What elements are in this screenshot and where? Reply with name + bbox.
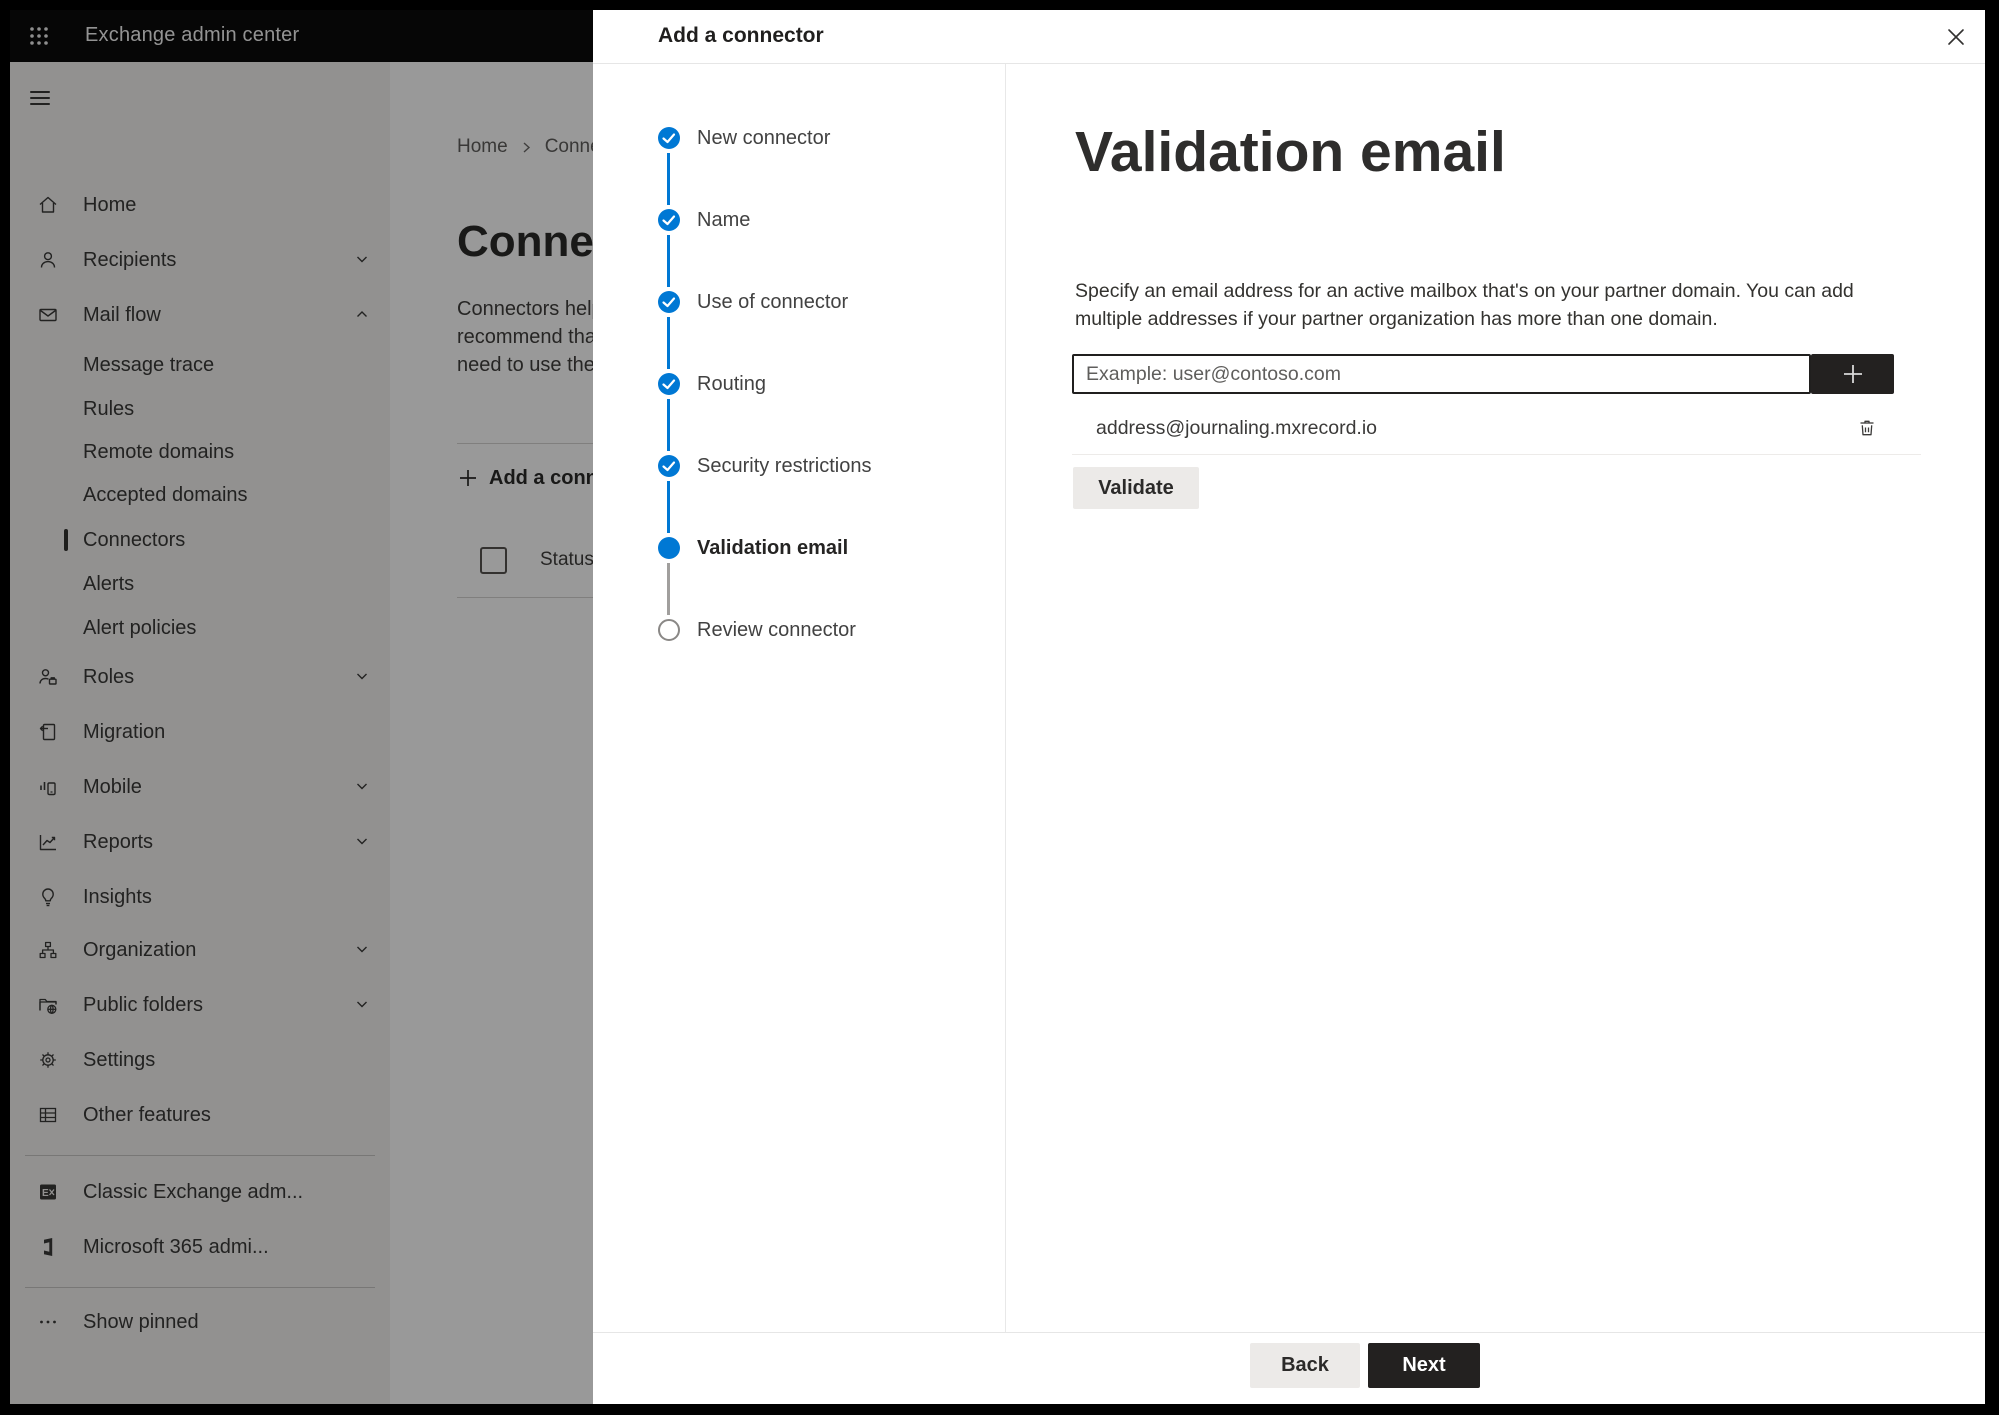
panel-footer: Back Next [593,1332,1985,1404]
step-validation-email[interactable]: Validation email [697,535,848,561]
step-check-icon [658,455,680,477]
step-check-icon [658,373,680,395]
email-address-input[interactable] [1072,354,1811,394]
step-connector-line [667,481,670,533]
step-todo-circle [658,619,680,641]
validate-button[interactable]: Validate [1073,467,1199,509]
wizard-steps: New connector Name Use of connector Rout… [593,64,1006,1332]
screenshot-frame: Exchange admin center Home Recipients Ma… [0,0,1999,1415]
panel-header: Add a connector [593,10,1985,64]
panel-title: Add a connector [658,24,824,47]
add-connector-panel: Add a connector New connector Name Use o… [593,10,1985,1404]
step-routing[interactable]: Routing [697,371,766,397]
step-check-icon [658,127,680,149]
step-check-icon [658,291,680,313]
step-use-of-connector[interactable]: Use of connector [697,289,848,315]
step-current-dot [658,537,680,559]
email-list-item: address@journaling.mxrecord.io [1096,417,1378,439]
step-connector-line [667,563,670,615]
add-email-button[interactable] [1811,354,1894,394]
step-connector-line [667,399,670,451]
step-new-connector[interactable]: New connector [697,125,830,151]
wizard-content: Validation email Specify an email addres… [1007,64,1985,1332]
step-name[interactable]: Name [697,207,750,233]
step-connector-line [667,317,670,369]
step-connector-line [667,235,670,287]
email-list-divider [1072,454,1921,455]
step-security-restrictions[interactable]: Security restrictions [697,453,872,479]
next-button[interactable]: Next [1368,1343,1480,1388]
back-button[interactable]: Back [1250,1343,1360,1388]
app-window: Exchange admin center Home Recipients Ma… [10,10,1985,1404]
close-icon[interactable] [1941,22,1971,52]
step-description: Specify an email address for an active m… [1075,280,1854,330]
step-heading: Validation email [1075,120,1506,184]
step-connector-line [667,153,670,205]
step-check-icon [658,209,680,231]
delete-email-icon[interactable] [1854,415,1880,441]
step-review-connector[interactable]: Review connector [697,617,856,643]
